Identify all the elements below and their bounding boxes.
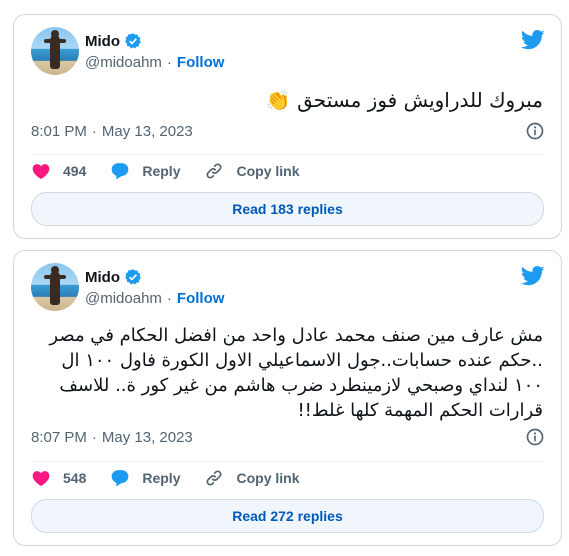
author-handle[interactable]: @midoahm xyxy=(85,54,162,71)
link-icon xyxy=(206,470,222,486)
like-button[interactable]: 494 xyxy=(31,161,86,181)
avatar[interactable] xyxy=(31,27,79,75)
author-name[interactable]: Mido xyxy=(85,33,120,50)
author-name[interactable]: Mido xyxy=(85,269,120,286)
copy-link-label: Copy link xyxy=(236,163,300,179)
read-replies-button[interactable]: Read 272 replies xyxy=(31,499,544,533)
copy-link-label: Copy link xyxy=(236,470,300,486)
heart-icon xyxy=(32,164,50,179)
like-count: 494 xyxy=(63,163,87,179)
author-handle[interactable]: @midoahm xyxy=(85,290,162,307)
tweet-date[interactable]: May 13, 2023 xyxy=(102,429,193,446)
tweet-text: مش عارف مين صنف محمد عادل واحد من افضل ا… xyxy=(49,325,543,421)
info-icon[interactable] xyxy=(525,427,545,447)
info-icon[interactable] xyxy=(525,121,545,141)
read-replies-button[interactable]: Read 183 replies xyxy=(31,192,544,226)
link-icon xyxy=(206,163,222,179)
separator-dot: · xyxy=(91,123,97,140)
divider xyxy=(31,461,544,462)
like-button[interactable]: 548 xyxy=(31,468,86,488)
separator-dot: · xyxy=(166,54,172,71)
tweet-time[interactable]: 8:01 PM xyxy=(31,123,87,140)
copy-link-button[interactable]: Copy link xyxy=(204,468,300,488)
heart-icon xyxy=(32,471,50,486)
reply-button[interactable]: Reply xyxy=(110,468,180,488)
verified-badge-icon xyxy=(125,269,141,285)
follow-button[interactable]: Follow xyxy=(177,290,225,307)
tweet-time[interactable]: 8:07 PM xyxy=(31,429,87,446)
avatar[interactable] xyxy=(31,263,79,311)
copy-link-button[interactable]: Copy link xyxy=(204,161,300,181)
twitter-bird-icon[interactable] xyxy=(521,266,545,286)
follow-button[interactable]: Follow xyxy=(177,54,225,71)
reply-label: Reply xyxy=(142,470,181,486)
tweet-card[interactable]: Mido @midoahm · Follow مش عارف مين صنف م… xyxy=(13,250,562,546)
divider xyxy=(31,154,544,155)
reply-button[interactable]: Reply xyxy=(110,161,180,181)
like-count: 548 xyxy=(63,470,87,486)
reply-bubble-icon xyxy=(112,163,129,180)
tweet-text: مبروك للدراويش فوز مستحق 👏 xyxy=(265,88,543,112)
tweet-date[interactable]: May 13, 2023 xyxy=(102,123,193,140)
reply-label: Reply xyxy=(142,163,181,179)
reply-bubble-icon xyxy=(112,470,129,487)
twitter-bird-icon[interactable] xyxy=(521,30,545,50)
separator-dot: · xyxy=(166,290,172,307)
separator-dot: · xyxy=(91,429,97,446)
tweet-card[interactable]: Mido @midoahm · Follow مبروك للدراويش فو… xyxy=(13,14,562,239)
verified-badge-icon xyxy=(125,33,141,49)
